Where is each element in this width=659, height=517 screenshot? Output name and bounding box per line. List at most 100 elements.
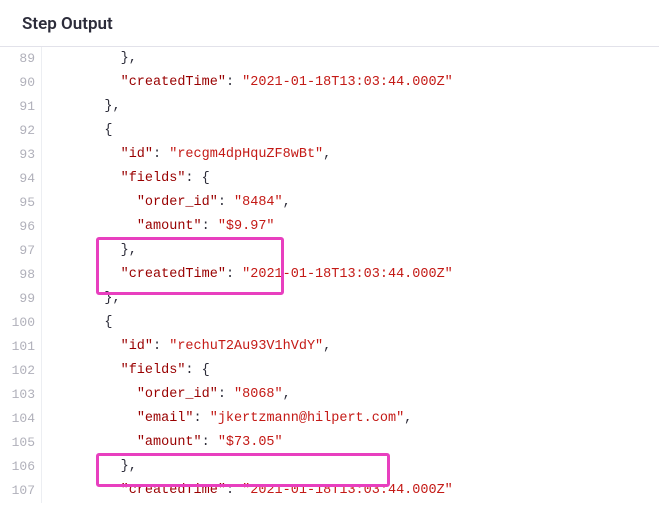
json-key: "createdTime" bbox=[121, 483, 226, 498]
json-string: "rechuT2Au93V1hVdY" bbox=[169, 339, 323, 354]
code-content: }, bbox=[42, 455, 137, 479]
json-punct: : bbox=[153, 339, 169, 354]
code-line: 95 "order_id": "8484", bbox=[0, 191, 659, 215]
line-number: 97 bbox=[0, 239, 42, 263]
panel-header: Step Output bbox=[0, 0, 659, 47]
code-line: 91 }, bbox=[0, 95, 659, 119]
json-key: "order_id" bbox=[137, 195, 218, 210]
line-number: 95 bbox=[0, 191, 42, 215]
json-key: "email" bbox=[137, 411, 194, 426]
json-punct: , bbox=[323, 339, 331, 354]
code-content: { bbox=[42, 311, 113, 335]
code-line: 98 "createdTime": "2021-01-18T13:03:44.0… bbox=[0, 263, 659, 287]
code-line: 89 }, bbox=[0, 47, 659, 71]
code-content: "createdTime": "2021-01-18T13:03:44.000Z… bbox=[42, 263, 453, 287]
line-number: 104 bbox=[0, 407, 42, 431]
json-punct: : bbox=[153, 147, 169, 162]
json-key: "createdTime" bbox=[121, 267, 226, 282]
json-key: "fields" bbox=[121, 363, 186, 378]
code-line: 105 "amount": "$73.05" bbox=[0, 431, 659, 455]
json-punct: : bbox=[226, 75, 242, 90]
json-punct: : bbox=[202, 435, 218, 450]
code-line: 103 "order_id": "8068", bbox=[0, 383, 659, 407]
json-punct: { bbox=[202, 171, 210, 186]
code-line: 90 "createdTime": "2021-01-18T13:03:44.0… bbox=[0, 71, 659, 95]
json-string: "2021-01-18T13:03:44.000Z" bbox=[242, 75, 453, 90]
code-content: "email": "jkertzmann@hilpert.com", bbox=[42, 407, 412, 431]
json-punct: , bbox=[323, 147, 331, 162]
json-key: "id" bbox=[121, 339, 153, 354]
json-punct: : bbox=[185, 363, 201, 378]
line-number: 106 bbox=[0, 455, 42, 479]
code-content: }, bbox=[42, 95, 121, 119]
code-line: 101 "id": "rechuT2Au93V1hVdY", bbox=[0, 335, 659, 359]
code-line: 93 "id": "recgm4dpHquZF8wBt", bbox=[0, 143, 659, 167]
code-line: 92 { bbox=[0, 119, 659, 143]
json-string: "8068" bbox=[234, 387, 283, 402]
json-punct: { bbox=[104, 123, 112, 138]
code-content: "id": "recgm4dpHquZF8wBt", bbox=[42, 143, 331, 167]
json-string: "2021-01-18T13:03:44.000Z" bbox=[242, 483, 453, 498]
code-line: 107 "createdTime": "2021-01-18T13:03:44.… bbox=[0, 479, 659, 503]
line-number: 98 bbox=[0, 263, 42, 287]
code-content: "createdTime": "2021-01-18T13:03:44.000Z… bbox=[42, 479, 453, 503]
code-content: }, bbox=[42, 287, 121, 311]
json-string: "recgm4dpHquZF8wBt" bbox=[169, 147, 323, 162]
code-content: "order_id": "8068", bbox=[42, 383, 291, 407]
json-punct: }, bbox=[121, 51, 137, 66]
json-string: "2021-01-18T13:03:44.000Z" bbox=[242, 267, 453, 282]
line-number: 101 bbox=[0, 335, 42, 359]
json-punct: , bbox=[283, 387, 291, 402]
json-string: "jkertzmann@hilpert.com" bbox=[210, 411, 404, 426]
code-line: 104 "email": "jkertzmann@hilpert.com", bbox=[0, 407, 659, 431]
code-content: "amount": "$9.97" bbox=[42, 215, 275, 239]
code-line: 100 { bbox=[0, 311, 659, 335]
json-punct: { bbox=[104, 315, 112, 330]
json-punct: : bbox=[185, 171, 201, 186]
json-key: "amount" bbox=[137, 435, 202, 450]
json-punct: : bbox=[226, 483, 242, 498]
line-number: 89 bbox=[0, 47, 42, 71]
json-punct: }, bbox=[121, 243, 137, 258]
line-number: 94 bbox=[0, 167, 42, 191]
code-content: { bbox=[42, 119, 113, 143]
code-content: "fields": { bbox=[42, 167, 210, 191]
panel-title: Step Output bbox=[22, 14, 113, 34]
json-punct: : bbox=[194, 411, 210, 426]
json-string: "$73.05" bbox=[218, 435, 283, 450]
line-number: 102 bbox=[0, 359, 42, 383]
code-content: "fields": { bbox=[42, 359, 210, 383]
line-number: 100 bbox=[0, 311, 42, 335]
json-key: "id" bbox=[121, 147, 153, 162]
line-number: 96 bbox=[0, 215, 42, 239]
json-key: "createdTime" bbox=[121, 75, 226, 90]
json-string: "8484" bbox=[234, 195, 283, 210]
json-punct: : bbox=[226, 267, 242, 282]
json-punct: { bbox=[202, 363, 210, 378]
json-punct: }, bbox=[121, 459, 137, 474]
json-punct: , bbox=[404, 411, 412, 426]
json-punct: }, bbox=[104, 291, 120, 306]
code-line: 99 }, bbox=[0, 287, 659, 311]
json-punct: , bbox=[283, 195, 291, 210]
code-content: "createdTime": "2021-01-18T13:03:44.000Z… bbox=[42, 71, 453, 95]
line-number: 105 bbox=[0, 431, 42, 455]
line-number: 107 bbox=[0, 479, 42, 503]
json-string: "$9.97" bbox=[218, 219, 275, 234]
line-number: 92 bbox=[0, 119, 42, 143]
code-content: }, bbox=[42, 47, 137, 71]
json-key: "fields" bbox=[121, 171, 186, 186]
code-content: "id": "rechuT2Au93V1hVdY", bbox=[42, 335, 331, 359]
line-number: 99 bbox=[0, 287, 42, 311]
code-line: 94 "fields": { bbox=[0, 167, 659, 191]
json-punct: : bbox=[218, 387, 234, 402]
json-punct: : bbox=[218, 195, 234, 210]
json-punct: : bbox=[202, 219, 218, 234]
line-number: 103 bbox=[0, 383, 42, 407]
code-line: 106 }, bbox=[0, 455, 659, 479]
code-content: }, bbox=[42, 239, 137, 263]
code-content: "amount": "$73.05" bbox=[42, 431, 283, 455]
json-key: "order_id" bbox=[137, 387, 218, 402]
line-number: 90 bbox=[0, 71, 42, 95]
json-punct: }, bbox=[104, 99, 120, 114]
